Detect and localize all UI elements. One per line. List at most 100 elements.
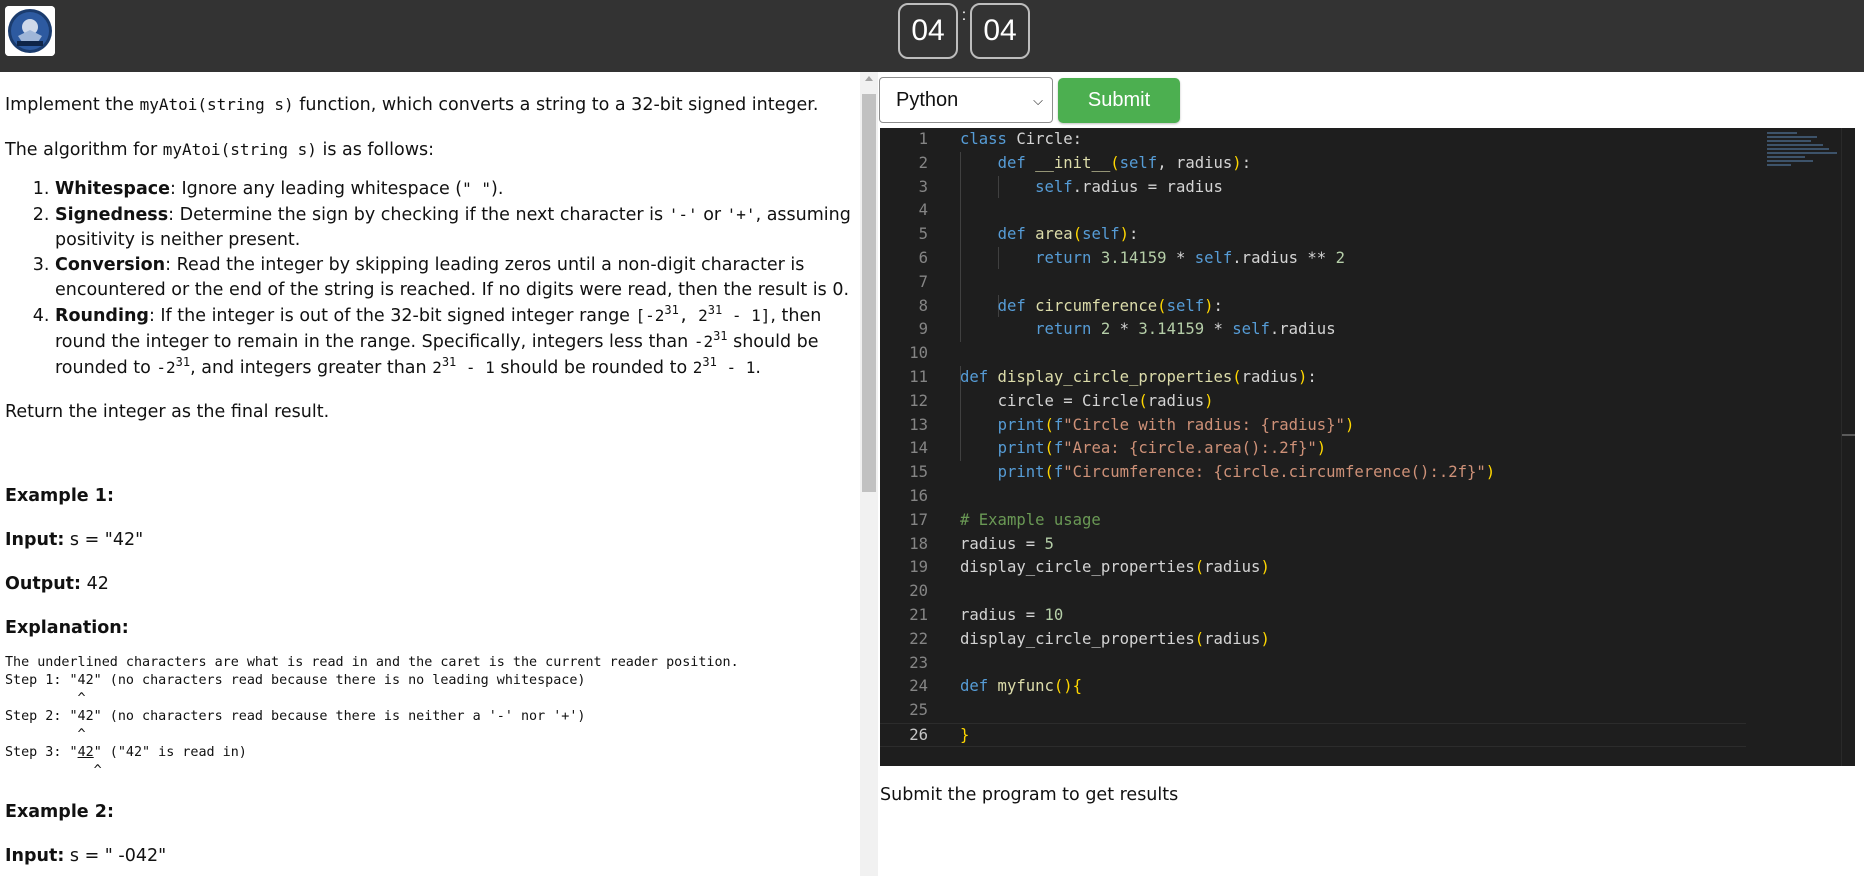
token: self [1232, 320, 1270, 339]
code-line[interactable]: 7 [880, 271, 1840, 295]
code-line[interactable]: 5 def area(self): [880, 223, 1840, 247]
editor-scrollbar[interactable] [1841, 128, 1855, 766]
code-line[interactable]: 6 return 3.14159 * self.radius ** 2 [880, 247, 1840, 271]
code-line[interactable]: 21 radius = 10 [880, 604, 1840, 628]
code-line[interactable]: 11 def display_circle_properties(radius): [880, 366, 1840, 390]
code-text: radius = 5 [960, 533, 1054, 557]
code-line[interactable]: 19 display_circle_properties(radius) [880, 556, 1840, 580]
token: "Circumference: {circle.circumference():… [1063, 463, 1486, 482]
token: print [997, 439, 1045, 458]
token: .radius [1269, 320, 1336, 339]
example-heading: Example 2: [5, 802, 114, 822]
code-line[interactable]: 4 [880, 199, 1840, 223]
token: f [1053, 439, 1064, 458]
minimap-line [1767, 132, 1797, 134]
neg-bound: -231 [156, 356, 190, 377]
code-line[interactable]: 8 def circumference(self): [880, 295, 1840, 319]
token: } [960, 725, 970, 744]
code-editor[interactable]: 1 class Circle: 2 def __init__(self, radi… [880, 128, 1855, 766]
code-line[interactable]: 15 print(f"Circumference: {circle.circum… [880, 461, 1840, 485]
minimap-line [1767, 136, 1817, 138]
code-line[interactable]: 2 def __init__(self, radius): [880, 152, 1840, 176]
code-line[interactable]: 1 class Circle: [880, 128, 1840, 152]
token: { [1072, 677, 1083, 696]
token: __init__ [1025, 153, 1111, 172]
token: radius [1241, 367, 1299, 386]
token: self [1194, 248, 1233, 267]
token: radius [1204, 629, 1261, 648]
token: ( [1044, 463, 1054, 482]
code-line-current[interactable]: 26} [880, 722, 1746, 747]
token: .radius ** [1232, 248, 1336, 267]
code-text: display_circle_properties(radius) [960, 628, 1270, 652]
token: : [1241, 153, 1252, 172]
language-selected: Python [896, 88, 959, 111]
code-line[interactable]: 23 [880, 652, 1840, 676]
line-number: 10 [909, 344, 928, 363]
token: ) [1298, 367, 1308, 386]
minimap-line [1767, 156, 1805, 158]
code-line[interactable]: 24 def myfunc(){ [880, 675, 1840, 699]
step-text: or [697, 205, 727, 225]
token: 3.14159 [1138, 320, 1205, 339]
code-line[interactable]: 20 [880, 580, 1840, 604]
code-line[interactable]: 22 display_circle_properties(radius) [880, 628, 1840, 652]
step-code: '-' [668, 205, 698, 224]
token: ( [1194, 629, 1205, 648]
token: ) [1119, 225, 1130, 244]
line-number: 3 [918, 177, 928, 196]
algo-code: myAtoi(string s) [162, 140, 317, 159]
code-line[interactable]: 12 circle = Circle(radius) [880, 390, 1840, 414]
token: 10 [1044, 605, 1064, 624]
code-line[interactable]: 16 [880, 485, 1840, 509]
algorithm-steps: Whitespace: Ignore any leading whitespac… [5, 176, 860, 381]
code-line[interactable]: 9 return 2 * 3.14159 * self.radius [880, 318, 1840, 342]
line-number: 6 [918, 248, 928, 267]
code-text: def area(self): [960, 223, 1139, 247]
scroll-up-icon[interactable] [865, 76, 873, 81]
token: print [997, 415, 1045, 434]
line-number: 17 [909, 510, 928, 529]
code-line[interactable]: 10 [880, 342, 1840, 366]
explanation-label: Explanation: [5, 618, 129, 638]
minimap-line [1767, 144, 1823, 146]
code-line[interactable]: 3 self.radius = radius [880, 176, 1840, 200]
token: * [1110, 320, 1139, 339]
timer-minutes: 04 [898, 3, 958, 59]
token: ( [1194, 558, 1205, 577]
token: "Circle with radius: {radius}" [1063, 415, 1345, 434]
submit-button[interactable]: Submit [1058, 78, 1180, 123]
problem-scrollbar[interactable] [860, 72, 878, 876]
scrollbar-thumb[interactable] [862, 94, 876, 492]
line-number: 4 [918, 201, 928, 220]
step-text: : Determine the sign by checking if the … [168, 205, 669, 225]
code-text: def circumference(self): [960, 295, 1223, 319]
token: def [960, 367, 989, 386]
minus-one: - 1 [716, 358, 756, 377]
code-line[interactable]: 17 # Example usage [880, 509, 1840, 533]
line-number: 12 [909, 391, 928, 410]
code-line[interactable]: 25 [880, 699, 1840, 723]
range-mid: , 2 [678, 306, 708, 325]
exponent: 31 [702, 355, 717, 369]
token: circle = Circle [997, 391, 1139, 410]
language-select[interactable]: Python ⌵ [879, 77, 1053, 123]
minimap-line [1767, 160, 1813, 162]
pos-base: 2 [692, 358, 703, 377]
code-lines[interactable]: 1 class Circle: 2 def __init__(self, radi… [880, 128, 1840, 747]
site-logo[interactable] [5, 6, 55, 56]
code-line[interactable]: 18 radius = 5 [880, 533, 1840, 557]
code-text: print(f"Area: {circle.area():.2f}") [960, 437, 1327, 461]
problem-description: Implement the myAtoi(string s) function,… [0, 72, 860, 876]
code-line[interactable]: 14 print(f"Area: {circle.area():.2f}") [880, 437, 1840, 461]
code-text: return 2 * 3.14159 * self.radius [960, 318, 1336, 342]
code-line[interactable]: 13 print(f"Circle with radius: {radius}"… [880, 414, 1840, 438]
editor-minimap[interactable] [1767, 130, 1847, 190]
example1-input: Input: s = "42" [5, 528, 860, 553]
token: return [1035, 320, 1092, 339]
example1-heading: Example 1: [5, 484, 860, 509]
token: ( [1072, 225, 1083, 244]
range-close: - 1] [722, 306, 771, 325]
token: display_circle_properties [988, 367, 1233, 386]
